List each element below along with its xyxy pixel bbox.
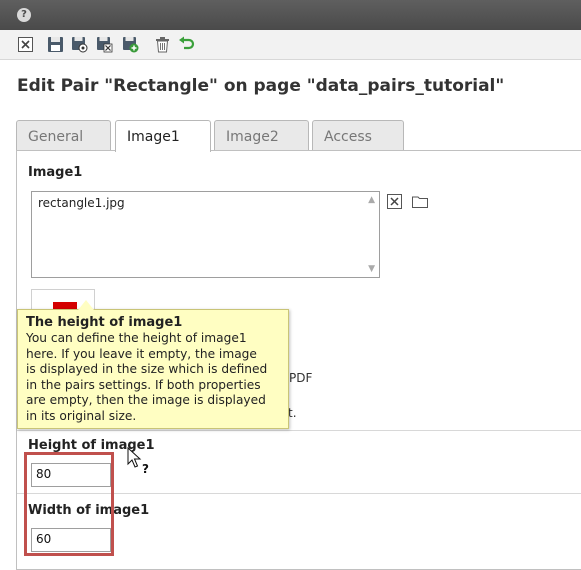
image1-file-field[interactable]: rectangle1.jpg ▲ ▼: [31, 191, 380, 278]
save-view-icon[interactable]: [71, 36, 88, 53]
image1-section-label: Image1: [28, 165, 83, 180]
remove-file-icon[interactable]: [387, 194, 402, 209]
help-cursor-icon: ?: [127, 447, 149, 475]
help-tooltip: The height of image1 You can define the …: [17, 300, 289, 429]
tooltip-line: in its original size.: [26, 408, 137, 423]
scroll-up-icon[interactable]: ▲: [368, 195, 375, 205]
tooltip-title: The height of image1: [26, 315, 183, 330]
help-icon[interactable]: ?: [17, 8, 31, 22]
tooltip-line: You can define the height of image1: [26, 331, 247, 345]
top-bar: ?: [0, 0, 581, 30]
tooltip-arrow: [78, 300, 94, 310]
tooltip-line: here. If you leave it empty, the image: [26, 346, 257, 361]
tooltip-line: are empty, then the image is displayed: [26, 393, 266, 407]
save-close-icon[interactable]: [96, 36, 113, 53]
tab-access[interactable]: Access: [312, 120, 404, 150]
text-fragment: t.: [288, 406, 297, 420]
width-label: Width of image1: [28, 503, 150, 518]
height-input[interactable]: 80: [31, 463, 111, 487]
save-new-icon[interactable]: [122, 36, 139, 53]
tooltip-body: You can define the height of image1 here…: [26, 331, 282, 424]
undo-icon[interactable]: [178, 36, 195, 53]
save-icon[interactable]: [47, 36, 64, 53]
scroll-down-icon[interactable]: ▼: [368, 264, 375, 274]
tab-general[interactable]: General: [16, 120, 111, 150]
close-icon[interactable]: [17, 36, 34, 53]
tab-image1[interactable]: Image1: [115, 120, 211, 152]
tooltip-line: in the pairs settings. If both propertie…: [26, 377, 261, 392]
divider: [17, 493, 581, 494]
svg-text:?: ?: [142, 462, 149, 475]
page-title: Edit Pair "Rectangle" on page "data_pair…: [17, 76, 505, 96]
image1-file-value: rectangle1.jpg: [38, 196, 125, 210]
divider: [17, 430, 581, 431]
folder-icon[interactable]: [412, 195, 428, 208]
toolbar: [0, 30, 581, 60]
delete-icon[interactable]: [154, 36, 171, 53]
pdf-text-fragment: PDF: [289, 371, 313, 385]
tooltip-line: is displayed in the size which is define…: [26, 362, 268, 376]
width-input[interactable]: 60: [31, 528, 111, 552]
tab-image2[interactable]: Image2: [214, 120, 309, 150]
